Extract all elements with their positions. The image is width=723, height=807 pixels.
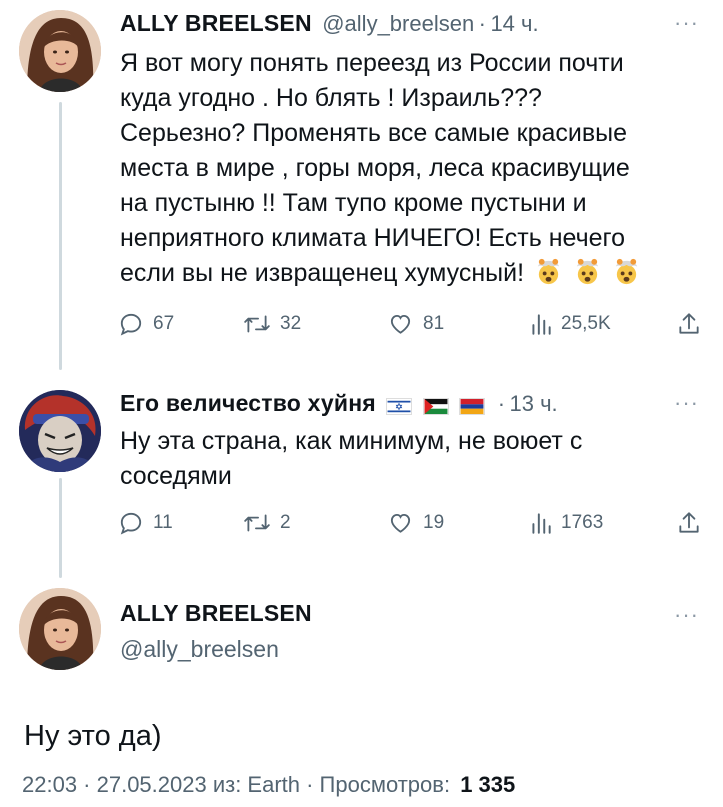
palestine-flag-icon [422, 398, 449, 416]
share-button[interactable] [676, 311, 702, 337]
share-button[interactable] [676, 510, 702, 536]
like-count: 81 [423, 313, 445, 334]
text-line: Ну эта страна, как минимум, не воюет с [120, 427, 583, 455]
avatar[interactable] [19, 10, 101, 92]
retweet-button[interactable]: 32 [243, 311, 301, 337]
reply-icon [120, 512, 142, 535]
text-line: неприятного климата НИЧЕГО! Есть нечего [120, 224, 625, 252]
tweet-time[interactable]: 14 ч. [490, 11, 538, 36]
views-button[interactable]: 25,5K [530, 311, 611, 337]
tweet-time[interactable]: 13 ч. [510, 391, 558, 416]
text-line: Серьезно? Променять все самые красивые [120, 119, 628, 147]
reply-count: 11 [153, 512, 173, 533]
like-button[interactable]: 81 [387, 311, 444, 337]
views-button[interactable]: 1763 [530, 510, 603, 536]
author-handle[interactable]: @ally_breelsen [322, 11, 474, 36]
share-icon [679, 313, 699, 334]
views-total: 1 335 [460, 772, 516, 797]
more-icon[interactable]: ··· [674, 604, 699, 626]
text-line: на пустыню !! Там тупо кроме пустыни и [120, 189, 587, 217]
tweet-text: Я вот могу понять переезд из России почт… [120, 46, 710, 291]
exploding-head-emoji-icon [576, 258, 599, 285]
main-tweet-text: Ну это да) [24, 720, 162, 752]
retweet-count: 32 [280, 313, 302, 334]
text-line: места в мире , горы моря, леса красивущи… [120, 154, 630, 182]
more-icon[interactable]: ··· [674, 392, 699, 414]
avatar[interactable] [19, 588, 101, 670]
tweet-text: Ну эта страна, как минимум, не воюет с с… [120, 424, 710, 494]
text-line: куда угодно . Но блять ! Израиль??? [120, 84, 542, 112]
more-icon[interactable]: ··· [674, 12, 699, 34]
retweet-count: 2 [280, 512, 291, 533]
separator: · [497, 391, 506, 416]
tweet-timestamp[interactable]: 22:03 · 27.05.2023 из: Earth · Просмотро… [22, 772, 450, 797]
views-count: 25,5K [561, 313, 611, 334]
heart-icon [390, 513, 411, 533]
tweet-actions: 67 32 81 25,5K [118, 311, 708, 341]
tweet-timestamp-row: 22:03 · 27.05.2023 из: Earth · Просмотро… [22, 772, 515, 798]
author-name[interactable]: Его величество хуйня [120, 390, 376, 416]
israel-flag-icon [386, 398, 413, 416]
reply-button[interactable]: 11 [118, 510, 173, 536]
avatar[interactable] [19, 390, 101, 472]
analytics-icon [532, 314, 551, 335]
retweet-icon [244, 315, 270, 333]
text-line: Я вот могу понять переезд из России почт… [120, 49, 624, 77]
like-count: 19 [423, 512, 445, 533]
author-name[interactable]: ALLY BREELSEN [120, 600, 312, 627]
author-handle[interactable]: @ally_breelsen [120, 636, 279, 663]
author-name[interactable]: ALLY BREELSEN [120, 10, 312, 36]
text-line-with-emoji: если вы не извращенец хумусный! [120, 256, 710, 291]
exploding-head-emoji-icon [537, 258, 560, 285]
thread-line [59, 478, 62, 578]
armenia-flag-icon [459, 398, 486, 416]
analytics-icon [532, 513, 551, 534]
like-button[interactable]: 19 [387, 510, 444, 536]
retweet-button[interactable]: 2 [243, 510, 291, 536]
views-count: 1763 [561, 512, 604, 533]
text-line: соседями [120, 462, 232, 490]
reply-count: 67 [153, 313, 175, 334]
share-icon [679, 512, 699, 533]
reply-button[interactable]: 67 [118, 311, 174, 337]
retweet-icon [244, 514, 270, 532]
heart-icon [390, 314, 411, 334]
tweet-actions: 11 2 19 1763 [118, 510, 708, 540]
separator: · [478, 11, 486, 36]
exploding-head-emoji-icon [615, 258, 638, 285]
thread-line [59, 102, 62, 370]
text-line: если вы не извращенец хумусный! [120, 259, 525, 287]
tweet-header: Его величество хуйня · 13 ч. [120, 390, 558, 417]
tweet-header: ALLY BREELSEN @ally_breelsen · 14 ч. [120, 10, 539, 37]
reply-icon [120, 313, 142, 336]
